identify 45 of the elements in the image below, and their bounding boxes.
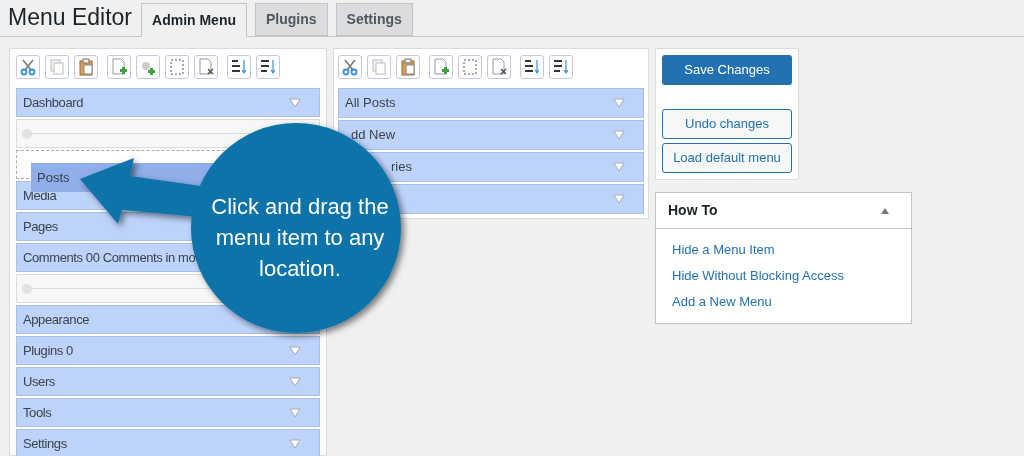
action-button[interactable]: Load default menu xyxy=(662,143,792,173)
help-link[interactable]: Hide a Menu Item xyxy=(672,241,895,259)
submenu-item[interactable]: All Posts xyxy=(338,88,644,118)
submenu-item[interactable]: dd New xyxy=(338,120,644,150)
caret-icon[interactable] xyxy=(613,194,625,204)
dashed-square-icon[interactable] xyxy=(458,55,482,79)
clipboard-icon[interactable] xyxy=(396,55,420,79)
tab[interactable]: Settings xyxy=(335,3,413,36)
delete-page-icon[interactable] xyxy=(194,55,218,79)
new-page-icon[interactable] xyxy=(107,55,131,79)
caret-icon[interactable] xyxy=(289,98,301,108)
caret-icon[interactable] xyxy=(613,130,625,140)
caret-icon[interactable] xyxy=(289,439,301,449)
menu-item[interactable]: Tools xyxy=(16,398,320,427)
menu-item[interactable]: Dashboard xyxy=(16,88,320,117)
sort-ascending-icon[interactable] xyxy=(520,55,544,79)
collapse-icon[interactable] xyxy=(880,206,890,215)
help-link[interactable]: Add a New Menu xyxy=(672,293,895,311)
tab[interactable]: Plugins xyxy=(255,3,328,36)
menu-item[interactable]: Plugins 0 xyxy=(16,336,320,365)
menu-item[interactable]: Settings xyxy=(16,429,320,456)
caret-icon[interactable] xyxy=(613,98,625,108)
dashed-square-icon[interactable] xyxy=(165,55,189,79)
action-button[interactable]: Undo changes xyxy=(662,109,792,139)
scissors-icon[interactable] xyxy=(16,55,40,79)
sort-ascending-icon[interactable] xyxy=(227,55,251,79)
new-page-icon[interactable] xyxy=(429,55,453,79)
menu-item[interactable]: Users xyxy=(16,367,320,396)
save-changes-button[interactable]: Save Changes xyxy=(662,55,792,85)
caret-icon[interactable] xyxy=(289,408,301,418)
caret-icon[interactable] xyxy=(289,377,301,387)
clipboard-icon[interactable] xyxy=(74,55,98,79)
help-link[interactable]: Hide Without Blocking Access xyxy=(672,267,895,285)
copy-icon[interactable] xyxy=(45,55,69,79)
delete-page-icon[interactable] xyxy=(487,55,511,79)
copy-icon[interactable] xyxy=(367,55,391,79)
add-separator-icon[interactable] xyxy=(136,55,160,79)
panel-title: How To xyxy=(668,201,718,220)
page-title: Menu Editor xyxy=(8,3,132,32)
caret-icon[interactable] xyxy=(289,346,301,356)
tab[interactable]: Admin Menu xyxy=(141,3,247,37)
sort-descending-icon[interactable] xyxy=(256,55,280,79)
scissors-icon[interactable] xyxy=(338,55,362,79)
sort-descending-icon[interactable] xyxy=(549,55,573,79)
caret-icon[interactable] xyxy=(613,162,625,172)
